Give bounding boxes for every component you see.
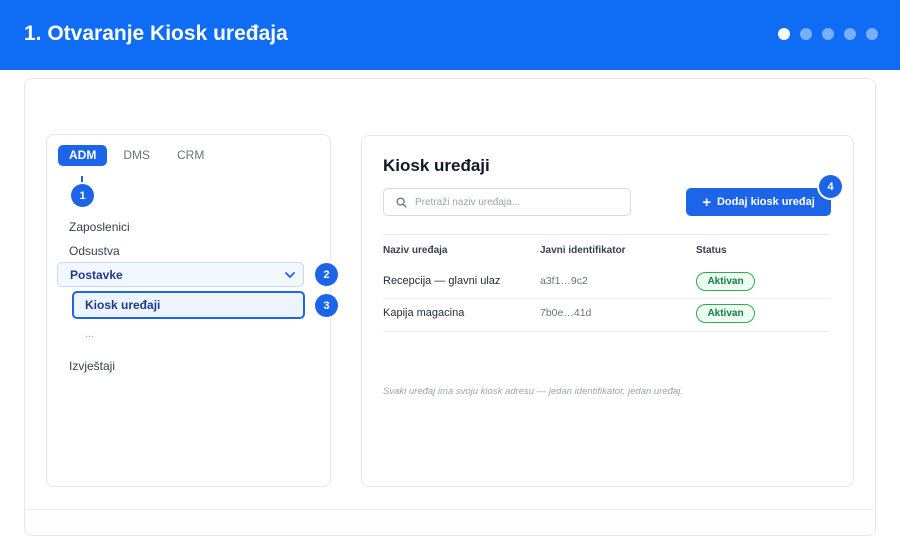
search-icon — [396, 197, 407, 208]
callout-badge-4: 4 — [819, 175, 842, 198]
add-kiosk-device-button[interactable]: + Dodaj kiosk uređaj — [686, 188, 831, 216]
step-dot-2[interactable] — [800, 28, 812, 40]
step-dot-3[interactable] — [822, 28, 834, 40]
device-identifier-cell: a3f1…9c2 — [540, 275, 588, 287]
sidebar-item-postavke[interactable]: Postavke — [57, 262, 304, 287]
sidebar-item-more: ... — [85, 328, 95, 340]
sidebar-item-zaposlenici[interactable]: Zaposlenici — [69, 220, 130, 234]
sidebar-item-label: Postavke — [70, 267, 123, 282]
search-box[interactable] — [383, 188, 631, 216]
device-identifier-cell: 7b0e…41d — [540, 307, 592, 319]
status-badge: Aktivan — [696, 304, 755, 323]
table-header-divider — [383, 234, 830, 235]
device-name-cell[interactable]: Recepcija — glavni ulaz — [383, 275, 500, 287]
panel-footnote: Svaki uređaj ima svoju kiosk adresu — je… — [383, 386, 683, 397]
page-title: 1. Otvaranje Kiosk uređaja — [24, 22, 288, 45]
callout-badge-3: 3 — [315, 294, 338, 317]
callout-badge-2: 2 — [315, 263, 338, 286]
row-divider — [383, 331, 830, 332]
callout-connector — [81, 176, 83, 184]
step-dot-1[interactable] — [778, 28, 790, 40]
sidebar-item-izvjestaji[interactable]: Izvještaji — [69, 359, 115, 373]
plus-icon: + — [702, 193, 711, 211]
tab-adm[interactable]: ADM — [58, 145, 108, 166]
add-button-label: Dodaj kiosk uređaj — [716, 196, 815, 208]
column-header-name: Naziv uređaja — [383, 245, 448, 256]
status-badge: Aktivan — [696, 272, 755, 291]
module-tabs: ADM DMS CRM — [58, 145, 220, 166]
card-footer — [25, 509, 875, 535]
tab-dms[interactable]: DMS — [112, 145, 161, 166]
tab-crm[interactable]: CRM — [166, 145, 215, 166]
row-divider — [383, 298, 830, 299]
sidebar-item-odsustva[interactable]: Odsustva — [69, 244, 120, 258]
header-bar: 1. Otvaranje Kiosk uređaja — [0, 0, 900, 70]
sidebar-item-label: Kiosk uređaji — [85, 298, 161, 312]
chevron-down-icon — [285, 272, 295, 278]
step-dot-5[interactable] — [866, 28, 878, 40]
callout-badge-1: 1 — [71, 184, 94, 207]
section-title: Kiosk uređaji — [383, 156, 490, 175]
step-indicator — [778, 28, 878, 40]
sidebar-item-kiosk-uredaji[interactable]: Kiosk uređaji — [72, 291, 305, 319]
column-header-status: Status — [696, 245, 727, 256]
device-name-cell[interactable]: Kapija magacina — [383, 307, 464, 319]
search-input[interactable] — [415, 189, 620, 215]
column-header-identifier: Javni identifikator — [540, 245, 626, 256]
step-dot-4[interactable] — [844, 28, 856, 40]
